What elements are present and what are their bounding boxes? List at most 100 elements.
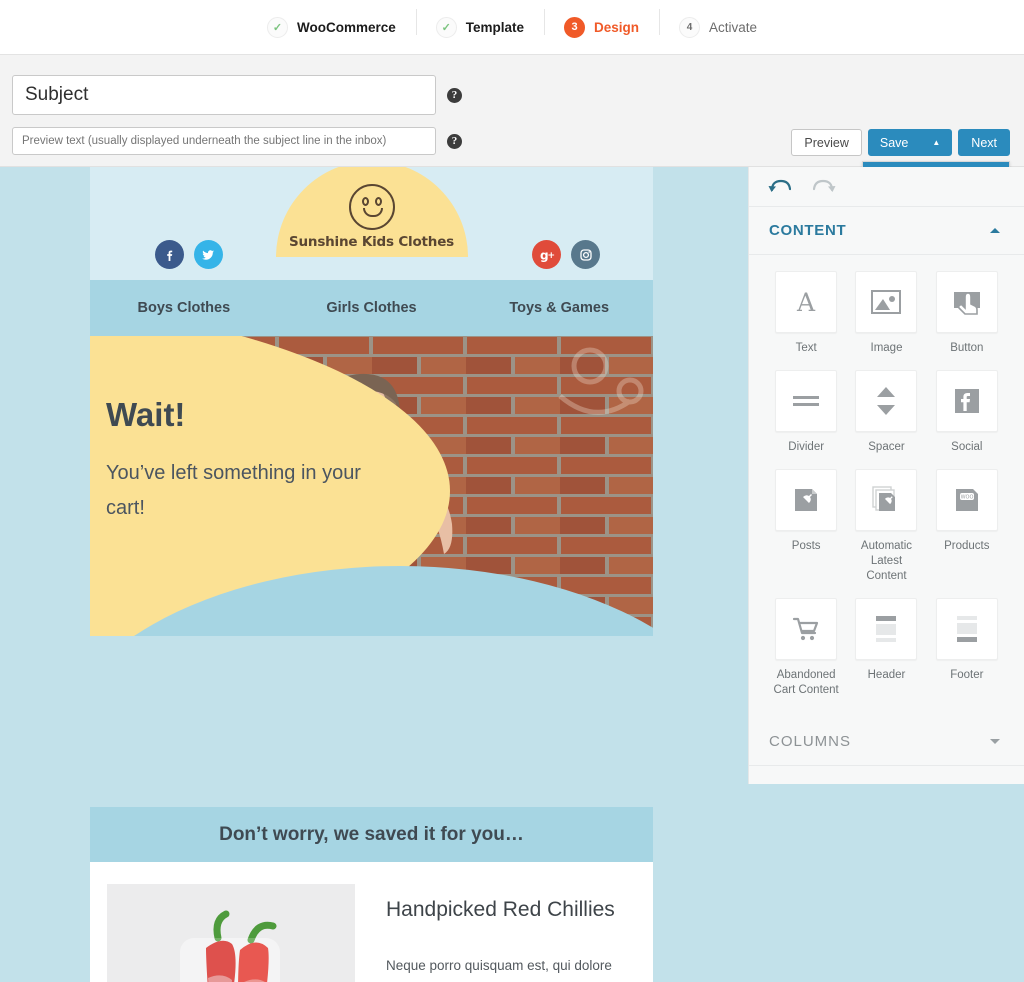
social-group-right: g + bbox=[532, 240, 600, 269]
products-icon: WOO bbox=[935, 468, 998, 531]
widget-label-divider: Divider bbox=[788, 440, 825, 453]
step-badge-activate: 4 bbox=[679, 16, 701, 38]
widget-label-button: Button bbox=[950, 342, 984, 354]
widget-text[interactable]: A Text bbox=[769, 271, 843, 366]
text-icon: A bbox=[775, 271, 838, 333]
save-button-label: Save bbox=[879, 135, 909, 150]
next-button[interactable]: Next bbox=[958, 129, 1010, 156]
widget-automatic-latest-content[interactable]: Automatic Latest Content bbox=[849, 468, 923, 594]
email-canvas: Sunshine Kids Clothes g + Boys Clothes G… bbox=[0, 167, 748, 982]
section-title-columns: COLUMNS bbox=[769, 732, 852, 750]
widget-image[interactable]: Image bbox=[849, 271, 923, 366]
widget-label-abandoned-cart-content: Abandoned Cart Content bbox=[773, 668, 839, 696]
product-title: Handpicked Red Chillies bbox=[386, 898, 615, 921]
chevron-up-icon bbox=[990, 228, 1000, 233]
widget-products[interactable]: WOO Products bbox=[930, 468, 1004, 594]
widget-posts[interactable]: Posts bbox=[769, 468, 843, 594]
sidebar-canvas-filler bbox=[748, 784, 1024, 982]
subject-toolbar: ? ? Preview Save ▲ Next Save as new temp… bbox=[0, 55, 1024, 211]
nav-item-toys-and-games[interactable]: Toys & Games bbox=[465, 300, 653, 316]
chilli-photo bbox=[180, 910, 280, 982]
design-sidebar: CONTENT A Text Image Button Divider Spac… bbox=[748, 167, 1024, 814]
googleplus-icon[interactable]: g + bbox=[532, 240, 561, 269]
eye-left bbox=[361, 197, 369, 206]
email-header-band: Sunshine Kids Clothes g + bbox=[90, 167, 653, 280]
brand-logo[interactable]: Sunshine Kids Clothes bbox=[275, 167, 468, 257]
widget-label-footer: Footer bbox=[950, 668, 984, 681]
section-header-columns[interactable]: COLUMNS bbox=[749, 718, 1024, 766]
steps-list: ✓ WooCommerce ✓ Template 3 Design 4 Acti… bbox=[247, 8, 777, 38]
history-toolbar bbox=[749, 167, 1024, 207]
step-activate[interactable]: 4 Activate bbox=[659, 8, 777, 38]
footer-icon bbox=[935, 597, 998, 660]
step-label-design: Design bbox=[594, 19, 640, 35]
caret-up-icon: ▲ bbox=[932, 138, 941, 147]
preview-text-input[interactable] bbox=[12, 127, 436, 155]
section-title-content: CONTENT bbox=[769, 222, 847, 239]
redo-icon bbox=[813, 177, 837, 197]
step-label-activate: Activate bbox=[709, 19, 758, 35]
product-image[interactable] bbox=[107, 884, 355, 982]
hero-title: Wait! bbox=[106, 396, 186, 433]
email-nav-bar: Boys Clothes Girls Clothes Toys & Games bbox=[90, 280, 653, 336]
widget-header[interactable]: Header bbox=[849, 597, 923, 708]
content-widget-grid: A Text Image Button Divider Spacer Socia… bbox=[749, 255, 1024, 718]
widget-spacer[interactable]: Spacer bbox=[849, 369, 923, 465]
widget-abandoned-cart-content[interactable]: Abandoned Cart Content bbox=[769, 597, 843, 708]
widget-label-products: Products bbox=[944, 539, 990, 552]
banner-text: Don’t worry, we saved it for you… bbox=[219, 823, 524, 845]
step-badge-woocommerce: ✓ bbox=[266, 16, 288, 38]
button-icon bbox=[935, 271, 998, 333]
svg-text:WOO: WOO bbox=[960, 494, 973, 500]
facebook-icon[interactable] bbox=[155, 240, 184, 269]
widget-label-social: Social bbox=[951, 440, 983, 453]
section-header-content[interactable]: CONTENT bbox=[749, 207, 1024, 255]
widget-label-spacer: Spacer bbox=[868, 440, 905, 453]
widget-footer[interactable]: Footer bbox=[930, 597, 1004, 708]
step-design[interactable]: 3 Design bbox=[544, 8, 659, 38]
divider-icon bbox=[775, 369, 838, 432]
subject-help-icon[interactable]: ? bbox=[447, 87, 462, 103]
step-template[interactable]: ✓ Template bbox=[415, 8, 544, 38]
undo-icon[interactable] bbox=[767, 177, 791, 197]
smiley-face-icon bbox=[348, 184, 395, 230]
widget-button[interactable]: Button bbox=[930, 271, 1004, 366]
widget-label-posts: Posts bbox=[791, 539, 821, 552]
reassurance-banner[interactable]: Don’t worry, we saved it for you… bbox=[90, 807, 653, 862]
setup-steps-bar: ✓ WooCommerce ✓ Template 3 Design 4 Acti… bbox=[0, 0, 1024, 55]
widget-label-automatic-latest-content: Automatic Latest Content bbox=[860, 539, 913, 582]
nav-item-girls-clothes[interactable]: Girls Clothes bbox=[278, 300, 466, 316]
instagram-icon[interactable] bbox=[571, 240, 600, 269]
social-group-left bbox=[155, 240, 223, 269]
chevron-down-icon-columns bbox=[990, 738, 1000, 744]
step-badge-design: 3 bbox=[564, 16, 585, 38]
widget-label-header: Header bbox=[867, 668, 906, 681]
image-icon bbox=[855, 271, 918, 333]
save-button[interactable]: Save ▲ bbox=[867, 129, 953, 156]
social-icon bbox=[935, 369, 998, 432]
brand-name: Sunshine Kids Clothes bbox=[288, 234, 455, 250]
step-label-template: Template bbox=[465, 19, 524, 35]
nav-item-boys-clothes[interactable]: Boys Clothes bbox=[90, 300, 278, 316]
email-hero-block[interactable]: Wait! You’ve left something in your cart… bbox=[90, 336, 653, 636]
hero-subtitle: You’ve left something in your cart! bbox=[106, 462, 361, 519]
automatic-latest-content-icon bbox=[855, 468, 918, 531]
spacer-icon bbox=[855, 369, 918, 432]
preview-help-icon[interactable]: ? bbox=[447, 133, 462, 149]
subject-input[interactable] bbox=[12, 75, 436, 115]
posts-icon bbox=[775, 468, 838, 531]
subject-row: ? bbox=[12, 75, 462, 115]
product-block[interactable]: Handpicked Red Chillies Neque porro quis… bbox=[90, 862, 653, 982]
widget-social[interactable]: Social bbox=[930, 369, 1004, 465]
hero-text-block: Wait! You’ve left something in your cart… bbox=[106, 396, 371, 526]
product-description: Neque porro quisquam est, qui dolore ips… bbox=[386, 958, 612, 973]
header-icon bbox=[855, 597, 918, 660]
widget-label-text: Text bbox=[795, 342, 817, 354]
toolbar-buttons: Preview Save ▲ Next bbox=[791, 129, 1010, 156]
step-woocommerce[interactable]: ✓ WooCommerce bbox=[247, 16, 416, 38]
widget-divider[interactable]: Divider bbox=[769, 369, 843, 465]
page-root: ✓ WooCommerce ✓ Template 3 Design 4 Acti… bbox=[0, 0, 1024, 982]
step-badge-template: ✓ bbox=[435, 16, 457, 38]
preview-button[interactable]: Preview bbox=[791, 129, 862, 156]
twitter-icon[interactable] bbox=[194, 240, 223, 269]
